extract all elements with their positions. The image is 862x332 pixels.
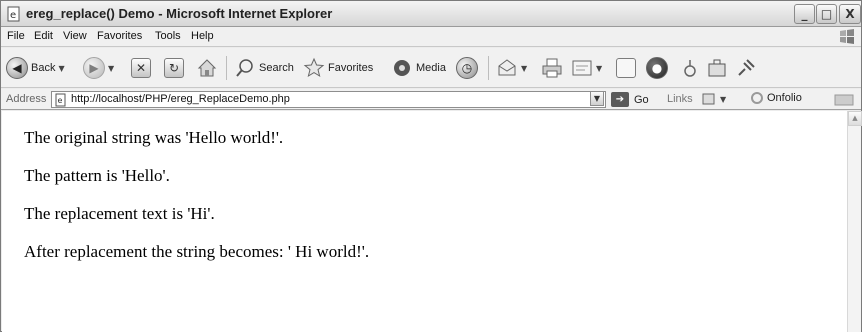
menu-edit[interactable]: Edit [34, 30, 53, 42]
discuss-icon [616, 58, 636, 78]
window-title: ereg_replace() Demo - Microsoft Internet… [26, 6, 333, 21]
scroll-up-button[interactable]: ▲ [848, 111, 862, 126]
media-label: Media [416, 62, 446, 74]
windows-logo-icon [840, 29, 854, 44]
mail-button[interactable]: ▼ [496, 56, 527, 80]
onfolio-label: Onfolio [767, 92, 802, 104]
menu-bar: File Edit View Favorites Tools Help [1, 27, 861, 47]
address-url: http://localhost/PHP/ereg_ReplaceDemo.ph… [71, 93, 290, 105]
content-line-replacement: The replacement text is 'Hi'. [24, 204, 215, 223]
print-icon [542, 58, 562, 78]
mail-icon [498, 59, 516, 76]
messenger-button[interactable]: ● [646, 56, 668, 80]
chevron-down-icon: ▼ [596, 63, 603, 73]
media-button[interactable]: Media [391, 56, 446, 80]
close-button[interactable]: X [839, 4, 861, 24]
research-button[interactable] [679, 56, 701, 80]
ie-page-icon: e [7, 6, 20, 22]
go-button[interactable]: ➔ Go [611, 91, 649, 108]
menu-favorites[interactable]: Favorites [97, 30, 142, 42]
content-line-original: The original string was 'Hello world!'. [24, 128, 284, 147]
stop-icon: ✕ [131, 58, 151, 78]
home-icon [197, 59, 217, 77]
address-label: Address [6, 93, 47, 105]
home-button[interactable] [196, 56, 218, 80]
links-extra-button[interactable]: ▼ [701, 90, 726, 108]
back-arrow-icon: ◀ [6, 57, 28, 79]
forward-arrow-icon: ▶ [83, 57, 105, 79]
search-button[interactable]: Search [234, 56, 294, 80]
go-label: Go [634, 93, 649, 106]
edit-button[interactable]: ▼ [571, 56, 602, 80]
refresh-icon: ↻ [164, 58, 184, 78]
toolbar-separator [488, 56, 489, 80]
extension-button[interactable] [735, 56, 757, 80]
back-button[interactable]: ◀ Back ▼ [6, 56, 65, 80]
links-label[interactable]: Links [667, 93, 693, 105]
content-line-result: After replacement the string becomes: ' … [24, 242, 370, 261]
search-icon [236, 59, 253, 77]
title-bar: e ereg_replace() Demo - Microsoft Intern… [1, 1, 861, 27]
menu-file[interactable]: File [7, 30, 25, 42]
menu-help[interactable]: Help [191, 30, 214, 42]
print-button[interactable] [541, 56, 563, 80]
svg-text:e: e [58, 96, 63, 105]
toolbox-icon [708, 59, 726, 77]
messenger-icon: ● [646, 57, 668, 79]
address-input[interactable]: e http://localhost/PHP/ereg_ReplaceDemo.… [51, 91, 606, 108]
discuss-button[interactable] [616, 56, 636, 80]
chevron-down-icon: ▼ [720, 94, 727, 104]
browser-window: e ereg_replace() Demo - Microsoft Intern… [0, 0, 862, 332]
menu-view[interactable]: View [63, 30, 87, 42]
favorites-button[interactable]: Favorites [303, 56, 373, 80]
chevron-down-icon: ▼ [521, 63, 528, 73]
page-icon: e [55, 93, 66, 107]
history-icon: ◷ [456, 57, 478, 79]
search-label: Search [259, 62, 294, 74]
throbber-icon [834, 94, 854, 106]
vertical-scrollbar[interactable]: ▲ [847, 111, 862, 332]
toolbar-separator [226, 56, 227, 80]
links-icon [702, 93, 715, 105]
forward-button[interactable]: ▶ ▼ [83, 56, 114, 80]
menu-tools[interactable]: Tools [155, 30, 181, 42]
onfolio-button[interactable]: Onfolio [751, 92, 802, 104]
media-icon [394, 60, 410, 76]
address-bar: Address e http://localhost/PHP/ereg_Repl… [1, 89, 861, 110]
chevron-down-icon: ▼ [58, 63, 65, 73]
page-content: The original string was 'Hello world!'. … [2, 111, 847, 332]
svg-text:e: e [10, 10, 16, 21]
address-dropdown-button[interactable]: ▼ [590, 91, 604, 106]
edit-page-icon [572, 60, 592, 76]
maximize-button[interactable]: □ [816, 4, 837, 24]
history-button[interactable]: ◷ [456, 56, 478, 80]
stop-button[interactable]: ✕ [131, 56, 151, 80]
refresh-button[interactable]: ↻ [164, 56, 184, 80]
favorites-label: Favorites [328, 62, 374, 74]
star-icon [303, 57, 325, 78]
research-icon [684, 60, 696, 77]
minimize-button[interactable]: _ [794, 4, 815, 24]
toolbar: ◀ Back ▼ ▶ ▼ ✕ ↻ Search Favorites Media … [1, 48, 861, 88]
go-arrow-icon: ➔ [611, 92, 629, 107]
back-label: Back [31, 62, 56, 74]
chevron-down-icon: ▼ [108, 63, 115, 73]
content-line-pattern: The pattern is 'Hello'. [24, 166, 170, 185]
onfolio-icon [751, 92, 763, 104]
pin-icon [738, 59, 755, 76]
tools-button[interactable] [706, 56, 728, 80]
